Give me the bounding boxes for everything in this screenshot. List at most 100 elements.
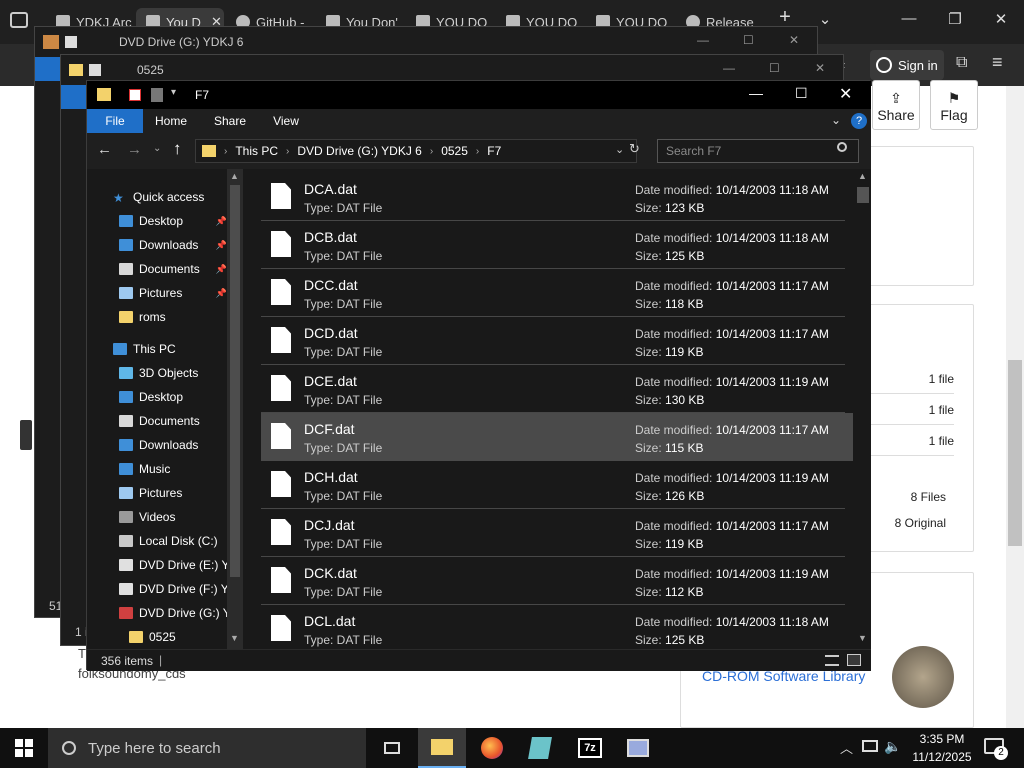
nav-item[interactable]: DVD Drive (E:) YI [87, 553, 245, 577]
clock[interactable]: 3:35 PM 11/12/2025 [904, 730, 980, 766]
flag-button[interactable]: ⚑ Flag [930, 80, 978, 130]
breadcrumb-f7[interactable]: F7 [487, 144, 501, 158]
browser-close-button[interactable]: ✕ [986, 10, 1016, 28]
scroll-up-arrow[interactable]: ▲ [230, 171, 239, 181]
refresh-icon[interactable]: ↻ [629, 141, 640, 157]
browser-minimize-button[interactable]: — [894, 10, 924, 27]
nav-item[interactable]: Downloads 📌 [87, 233, 245, 257]
file-size: Size: 119 KB [635, 345, 704, 359]
browser-restore-button[interactable]: ❐ [940, 10, 970, 28]
network-icon[interactable] [862, 740, 878, 752]
breadcrumb-dvd-drive[interactable]: DVD Drive (G:) YDKJ 6 [297, 144, 421, 158]
nav-item[interactable]: Pictures [87, 481, 245, 505]
nav-item[interactable]: Pictures 📌 [87, 281, 245, 305]
new-folder-icon[interactable] [151, 88, 163, 102]
file-row[interactable]: DCH.dat Type: DAT File Date modified: 10/1… [261, 461, 853, 509]
file-size-label: Size: [635, 345, 662, 359]
nav-item[interactable]: Local Disk (C:) [87, 529, 245, 553]
file-row[interactable]: DCB.dat Type: DAT File Date modified: 10/1… [261, 221, 853, 269]
scroll-down-arrow[interactable]: ▼ [858, 633, 867, 643]
tiles-view-icon[interactable] [847, 654, 861, 666]
quick-access-dropdown-icon[interactable]: ▾ [171, 87, 176, 98]
nav-item[interactable]: 0525 [87, 625, 245, 649]
content-scrollbar[interactable]: ▲ ▼ [855, 169, 871, 649]
task-view-button[interactable] [368, 728, 416, 768]
help-icon[interactable]: ? [851, 113, 867, 129]
folder-icon [202, 145, 216, 157]
ribbon-tab-home[interactable]: Home [149, 109, 193, 133]
scroll-up-arrow[interactable]: ▲ [858, 171, 867, 181]
file-row[interactable]: DCE.dat Type: DAT File Date modified: 10/1… [261, 365, 853, 413]
ribbon-tab-share[interactable]: Share [207, 109, 253, 133]
share-button[interactable]: ⇪ Share [872, 80, 920, 130]
collection-thumbnail[interactable] [892, 646, 954, 708]
start-button[interactable] [0, 728, 48, 768]
file-row[interactable]: DCJ.dat Type: DAT File Date modified: 10/1… [261, 509, 853, 557]
recent-locations-icon[interactable]: ⌄ [153, 143, 161, 154]
scroll-thumb[interactable] [230, 185, 240, 577]
maximize-button[interactable]: ☐ [795, 85, 808, 102]
minimize-button[interactable]: — [723, 61, 735, 75]
ribbon-tab-file[interactable]: File [87, 109, 143, 133]
nav-item[interactable]: DVD Drive (G:) Y [87, 601, 245, 625]
taskbar-7zip[interactable]: 7z [566, 728, 614, 768]
breadcrumb-0525[interactable]: 0525 [441, 144, 468, 158]
nav-item[interactable]: Videos [87, 505, 245, 529]
properties-icon[interactable] [129, 89, 141, 101]
details-view-icon[interactable] [825, 655, 839, 666]
file-row[interactable]: DCK.dat Type: DAT File Date modified: 10/1… [261, 557, 853, 605]
nav-item[interactable]: DVD Drive (F:) YDI [87, 577, 245, 601]
nav-item[interactable]: Desktop 📌 [87, 209, 245, 233]
page-scrollbar[interactable] [1006, 86, 1024, 728]
taskbar-app-remote[interactable] [614, 728, 662, 768]
expand-ribbon-icon[interactable]: ⌄ [831, 113, 841, 127]
minimize-button[interactable]: — [697, 33, 709, 47]
nav-item-label: Desktop [139, 214, 184, 228]
maximize-button[interactable]: ☐ [743, 33, 754, 47]
minimize-button[interactable]: — [749, 85, 763, 101]
nav-item[interactable]: Music [87, 457, 245, 481]
taskbar-app-notepad[interactable] [516, 728, 564, 768]
volume-muted-icon[interactable]: 🔈 [884, 738, 901, 755]
menu-icon[interactable]: ≡ [992, 52, 1003, 73]
address-dropdown-icon[interactable]: ⌄ [615, 143, 624, 156]
extensions-icon[interactable]: ⧉ [956, 54, 967, 72]
tab-actions-icon[interactable] [10, 12, 28, 28]
ribbon-tab-view[interactable]: View [263, 109, 309, 133]
forward-arrow-icon[interactable]: → [127, 141, 142, 158]
file-explorer-window[interactable]: ▾ F7 — ☐ ✕ File Home Share View ⌄ ? ← → … [86, 80, 871, 671]
breadcrumb-this-pc[interactable]: This PC [235, 144, 278, 158]
close-button[interactable]: ✕ [815, 61, 825, 75]
close-button[interactable]: ✕ [789, 33, 799, 47]
nav-item[interactable]: Downloads [87, 433, 245, 457]
address-bar[interactable]: › This PC › DVD Drive (G:) YDKJ 6 › 0525… [195, 139, 637, 163]
taskbar-file-explorer[interactable] [418, 728, 466, 768]
file-row[interactable]: DCA.dat Type: DAT File Date modified: 10/1… [261, 173, 853, 221]
scroll-thumb[interactable] [1008, 360, 1022, 546]
nav-scrollbar[interactable]: ▲ ▼ [227, 169, 243, 649]
nav-item-label: Quick access [133, 190, 205, 204]
nav-item[interactable]: This PC [87, 337, 245, 361]
nav-item[interactable]: Documents 📌 [87, 257, 245, 281]
nav-item[interactable]: roms [87, 305, 245, 329]
close-button[interactable]: ✕ [839, 84, 852, 104]
scroll-down-arrow[interactable]: ▼ [230, 633, 239, 643]
show-hidden-icons-chevron[interactable]: ︿ [840, 738, 853, 757]
search-input[interactable]: Search F7 [657, 139, 859, 163]
taskbar-search[interactable]: Type here to search [48, 728, 366, 768]
scroll-thumb[interactable] [857, 187, 869, 203]
taskbar-firefox[interactable] [468, 728, 516, 768]
file-size: Size: 130 KB [635, 393, 704, 407]
nav-item[interactable]: 3D Objects [87, 361, 245, 385]
file-row[interactable]: DCF.dat Type: DAT File Date modified: 10/1… [261, 413, 853, 461]
file-row[interactable]: DCC.dat Type: DAT File Date modified: 10/1… [261, 269, 853, 317]
up-arrow-icon[interactable]: ↑ [173, 139, 182, 159]
file-row[interactable]: DCL.dat Type: DAT File Date modified: 10/1… [261, 605, 853, 649]
nav-item[interactable]: ★ Quick access [87, 185, 245, 209]
back-arrow-icon[interactable]: ← [97, 141, 112, 158]
maximize-button[interactable]: ☐ [769, 61, 780, 75]
file-row[interactable]: DCD.dat Type: DAT File Date modified: 10/1… [261, 317, 853, 365]
nav-item[interactable]: Desktop [87, 385, 245, 409]
nav-item[interactable]: Documents [87, 409, 245, 433]
sign-in-button[interactable]: Sign in [870, 50, 944, 80]
